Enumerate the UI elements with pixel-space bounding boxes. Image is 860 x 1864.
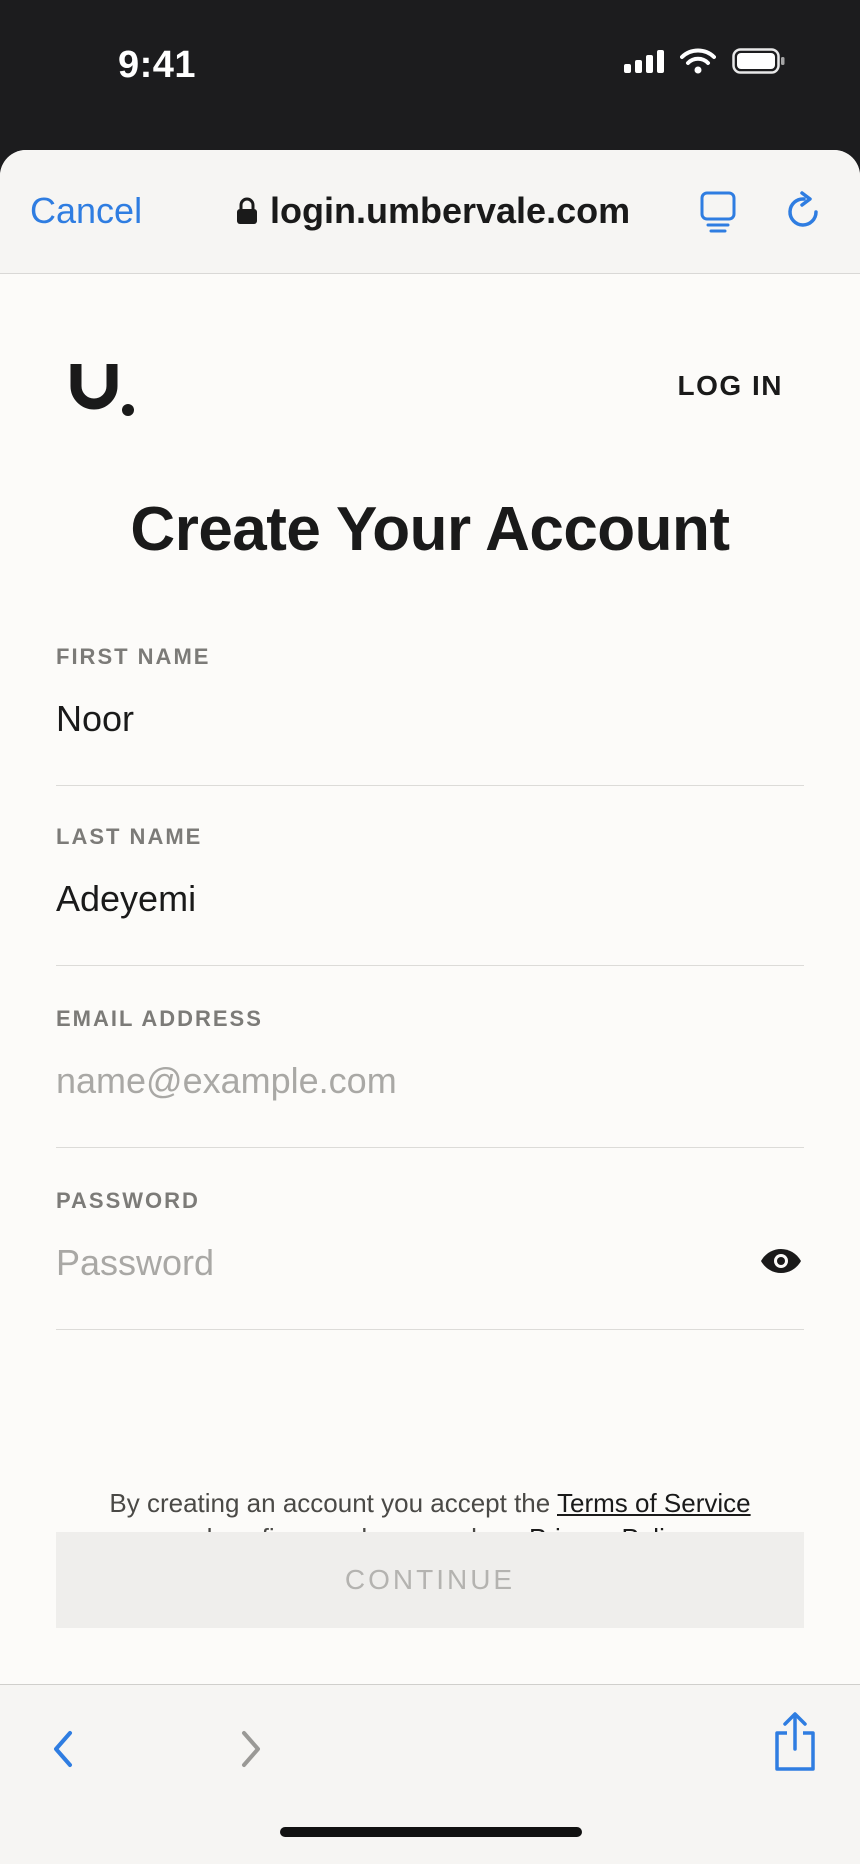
last-name-input[interactable]	[56, 868, 736, 930]
first-name-label: FIRST NAME	[56, 644, 211, 669]
cellular-signal-icon	[624, 49, 664, 73]
email-label: EMAIL ADDRESS	[56, 1006, 263, 1031]
email-field: EMAIL ADDRESS	[56, 1006, 804, 1148]
terms-of-service-link[interactable]: Terms of Service	[557, 1488, 751, 1518]
password-input[interactable]	[56, 1232, 736, 1294]
last-name-label: LAST NAME	[56, 824, 203, 849]
email-input[interactable]	[56, 1050, 736, 1112]
reader-icon[interactable]	[698, 190, 738, 236]
login-link[interactable]: LOG IN	[678, 370, 783, 402]
battery-icon	[732, 48, 785, 74]
eye-icon[interactable]	[760, 1246, 802, 1276]
page-title: Create Your Account	[130, 495, 730, 564]
wifi-icon	[680, 48, 716, 74]
status-time: 9:41	[118, 44, 197, 86]
url-display[interactable]: login.umbervale.com	[236, 190, 630, 232]
status-bar: 9:41	[0, 0, 860, 150]
password-label: PASSWORD	[56, 1188, 200, 1213]
lock-icon	[237, 197, 257, 224]
last-name-field: LAST NAME	[56, 824, 804, 966]
legal-prefix: By creating an account you accept the	[109, 1488, 551, 1518]
first-name-input[interactable]	[56, 688, 736, 750]
share-icon[interactable]	[772, 1711, 818, 1773]
home-indicator[interactable]	[280, 1827, 582, 1837]
forward-icon[interactable]	[234, 1721, 268, 1777]
status-icons	[624, 48, 786, 74]
url-text: login.umbervale.com	[270, 190, 631, 231]
first-name-field: FIRST NAME	[56, 644, 804, 786]
password-field: PASSWORD	[56, 1188, 804, 1330]
continue-button[interactable]: CONTINUE	[56, 1532, 804, 1628]
cancel-button[interactable]: Cancel	[30, 190, 142, 232]
browser-address-bar: Cancel login.umbervale.com	[0, 150, 860, 274]
browser-sheet: Cancel login.umbervale.com LOG IN Create…	[0, 150, 860, 1864]
web-page: LOG IN Create Your Account FIRST NAME LA…	[0, 274, 860, 1684]
umbervale-logo[interactable]	[70, 358, 140, 418]
back-icon[interactable]	[46, 1721, 80, 1777]
reload-icon[interactable]	[782, 190, 826, 234]
browser-toolbar	[0, 1684, 860, 1864]
